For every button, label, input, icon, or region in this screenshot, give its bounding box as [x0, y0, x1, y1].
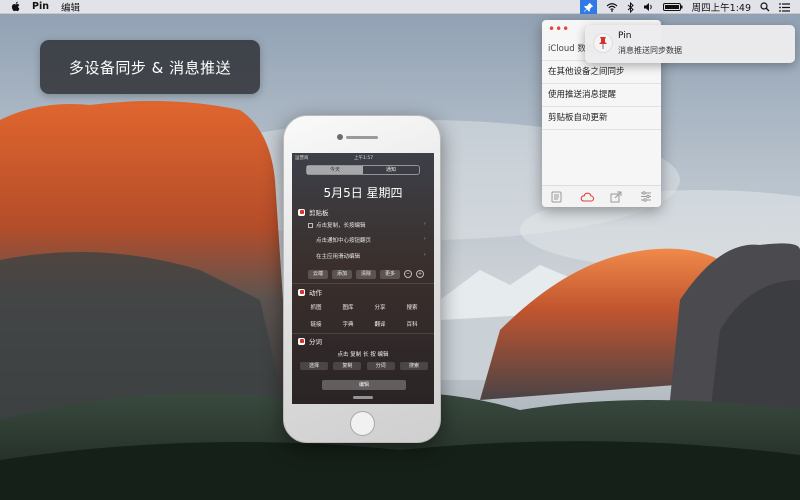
pin-widget-icon — [298, 337, 305, 345]
clipboard-row-text: 点击通知中心按钮翻页 — [316, 238, 372, 244]
front-camera — [337, 134, 343, 140]
copy-button[interactable]: 复制 — [333, 362, 362, 370]
clipboard-button-row: 云端 添加 清除 更多 − + — [308, 270, 424, 279]
settings-icon[interactable] — [639, 191, 653, 203]
notification-banner[interactable]: Pin 消息推送同步数据 — [585, 25, 795, 63]
plus-circle-icon[interactable]: + — [416, 270, 424, 278]
apple-menu-icon[interactable] — [11, 1, 21, 12]
notification-center-item[interactable] — [779, 0, 790, 14]
status-time: 上午1:57 — [354, 156, 374, 161]
cloud-icon[interactable] — [580, 191, 594, 203]
action-item[interactable]: 翻译 — [364, 320, 396, 328]
pin-list-item[interactable]: 剪贴板自动更新 — [542, 107, 661, 130]
minus-circle-icon[interactable]: − — [404, 270, 412, 278]
menu-clock[interactable]: 周四上午1:49 — [692, 0, 751, 14]
action-item[interactable]: 字典 — [332, 320, 364, 328]
iphone-device: 运营商 上午1:57 今天 通知 5月5日 星期四 剪贴板 点击复制，长按编辑 … — [283, 115, 441, 443]
pin-status-item[interactable] — [579, 0, 597, 14]
battery-status-item[interactable] — [662, 0, 683, 14]
clipboard-row[interactable]: 点击通知中心按钮翻页 › — [308, 236, 430, 244]
clipboard-row[interactable]: 在主应用滑动编辑 › — [308, 252, 430, 260]
action-item[interactable]: 百科 — [396, 320, 428, 328]
bluetooth-status-item[interactable] — [627, 0, 634, 14]
words-widget-title: 分词 — [309, 338, 322, 346]
clear-button[interactable]: 清除 — [356, 270, 376, 279]
clipboard-row-text: 点击复制，长按编辑 — [316, 223, 366, 229]
cloud-button[interactable]: 云端 — [308, 270, 328, 279]
home-button[interactable] — [350, 411, 375, 436]
segment-button[interactable]: 分词 — [366, 362, 395, 370]
feature-title-overlay: 多设备同步 & 消息推送 — [40, 40, 260, 94]
ios-status-bar: 运营商 上午1:57 — [292, 153, 434, 162]
wifi-status-item[interactable] — [606, 0, 618, 14]
actions-widget-header: 动作 — [298, 287, 322, 297]
action-item[interactable]: 分享 — [364, 303, 396, 311]
words-button-row: 选择 复制 分词 搜索 — [300, 362, 428, 370]
clipboard-widget-title: 剪贴板 — [309, 209, 329, 217]
pin-panel-toolbar — [542, 185, 661, 207]
more-dots-icon[interactable]: ••• — [548, 23, 569, 35]
chevron-right-icon: › — [423, 252, 426, 258]
clipboard-icon[interactable] — [550, 191, 564, 203]
clipboard-row-text: 在主应用滑动编辑 — [316, 254, 361, 260]
widget-divider — [292, 283, 434, 284]
app-menu-pin[interactable]: Pin — [32, 1, 49, 12]
add-button[interactable]: 添加 — [332, 270, 352, 279]
wifi-icon — [606, 3, 618, 12]
select-button[interactable]: 选择 — [300, 362, 328, 370]
pin-icon — [583, 2, 593, 12]
iphone-screen: 运营商 上午1:57 今天 通知 5月5日 星期四 剪贴板 点击复制，长按编辑 … — [292, 153, 434, 404]
tab-today[interactable]: 今天 — [307, 166, 363, 174]
action-item[interactable]: 链接 — [300, 320, 332, 328]
earpiece-speaker — [346, 136, 378, 139]
action-item[interactable]: 图库 — [332, 303, 364, 311]
pin-list-item[interactable]: 在其他设备之间同步 — [542, 61, 661, 84]
action-item[interactable]: 抓图 — [300, 303, 332, 311]
today-notification-segment: 今天 通知 — [306, 165, 420, 175]
segmented-words[interactable]: 点击 复制 长 按 编辑 — [292, 350, 434, 358]
notification-title: Pin — [618, 31, 632, 41]
menu-edit[interactable]: 编辑 — [61, 0, 80, 14]
edit-widgets-button[interactable]: 编辑 — [322, 380, 406, 390]
chevron-right-icon: › — [423, 236, 426, 242]
more-button[interactable]: 更多 — [380, 270, 400, 279]
share-icon[interactable] — [609, 191, 623, 203]
today-date: 5月5日 星期四 — [323, 186, 403, 200]
pin-widget-icon — [298, 288, 305, 296]
pin-widget-icon — [298, 208, 305, 216]
volume-icon — [643, 3, 652, 11]
widget-divider — [292, 333, 434, 334]
clipboard-widget-header: 剪贴板 — [298, 207, 329, 217]
menu-bar: Pin 编辑 周四上午1:49 — [0, 0, 800, 14]
clipboard-row[interactable]: 点击复制，长按编辑 › — [308, 221, 430, 229]
battery-icon — [662, 3, 683, 11]
chevron-right-icon: › — [423, 221, 426, 227]
spotlight-status-item[interactable] — [760, 0, 770, 14]
checkbox-icon — [308, 223, 313, 228]
pull-handle[interactable] — [353, 396, 373, 399]
volume-status-item[interactable] — [643, 0, 654, 14]
list-icon — [779, 2, 790, 12]
pin-app-icon — [593, 33, 613, 53]
words-widget-header: 分词 — [298, 336, 322, 346]
status-menus: 周四上午1:49 — [579, 0, 800, 14]
carrier-label: 运营商 — [295, 156, 309, 161]
actions-grid: 抓图 图库 分享 搜索 链接 字典 翻译 百科 — [300, 303, 428, 328]
bluetooth-icon — [627, 1, 634, 13]
search-button[interactable]: 搜索 — [399, 362, 428, 370]
notification-body: 消息推送同步数据 — [618, 46, 682, 55]
tab-notifications[interactable]: 通知 — [363, 166, 419, 174]
search-icon — [760, 2, 770, 12]
actions-widget-title: 动作 — [309, 289, 322, 297]
pin-list-item[interactable]: 使用推送消息提醒 — [542, 84, 661, 107]
action-item[interactable]: 搜索 — [396, 303, 428, 311]
